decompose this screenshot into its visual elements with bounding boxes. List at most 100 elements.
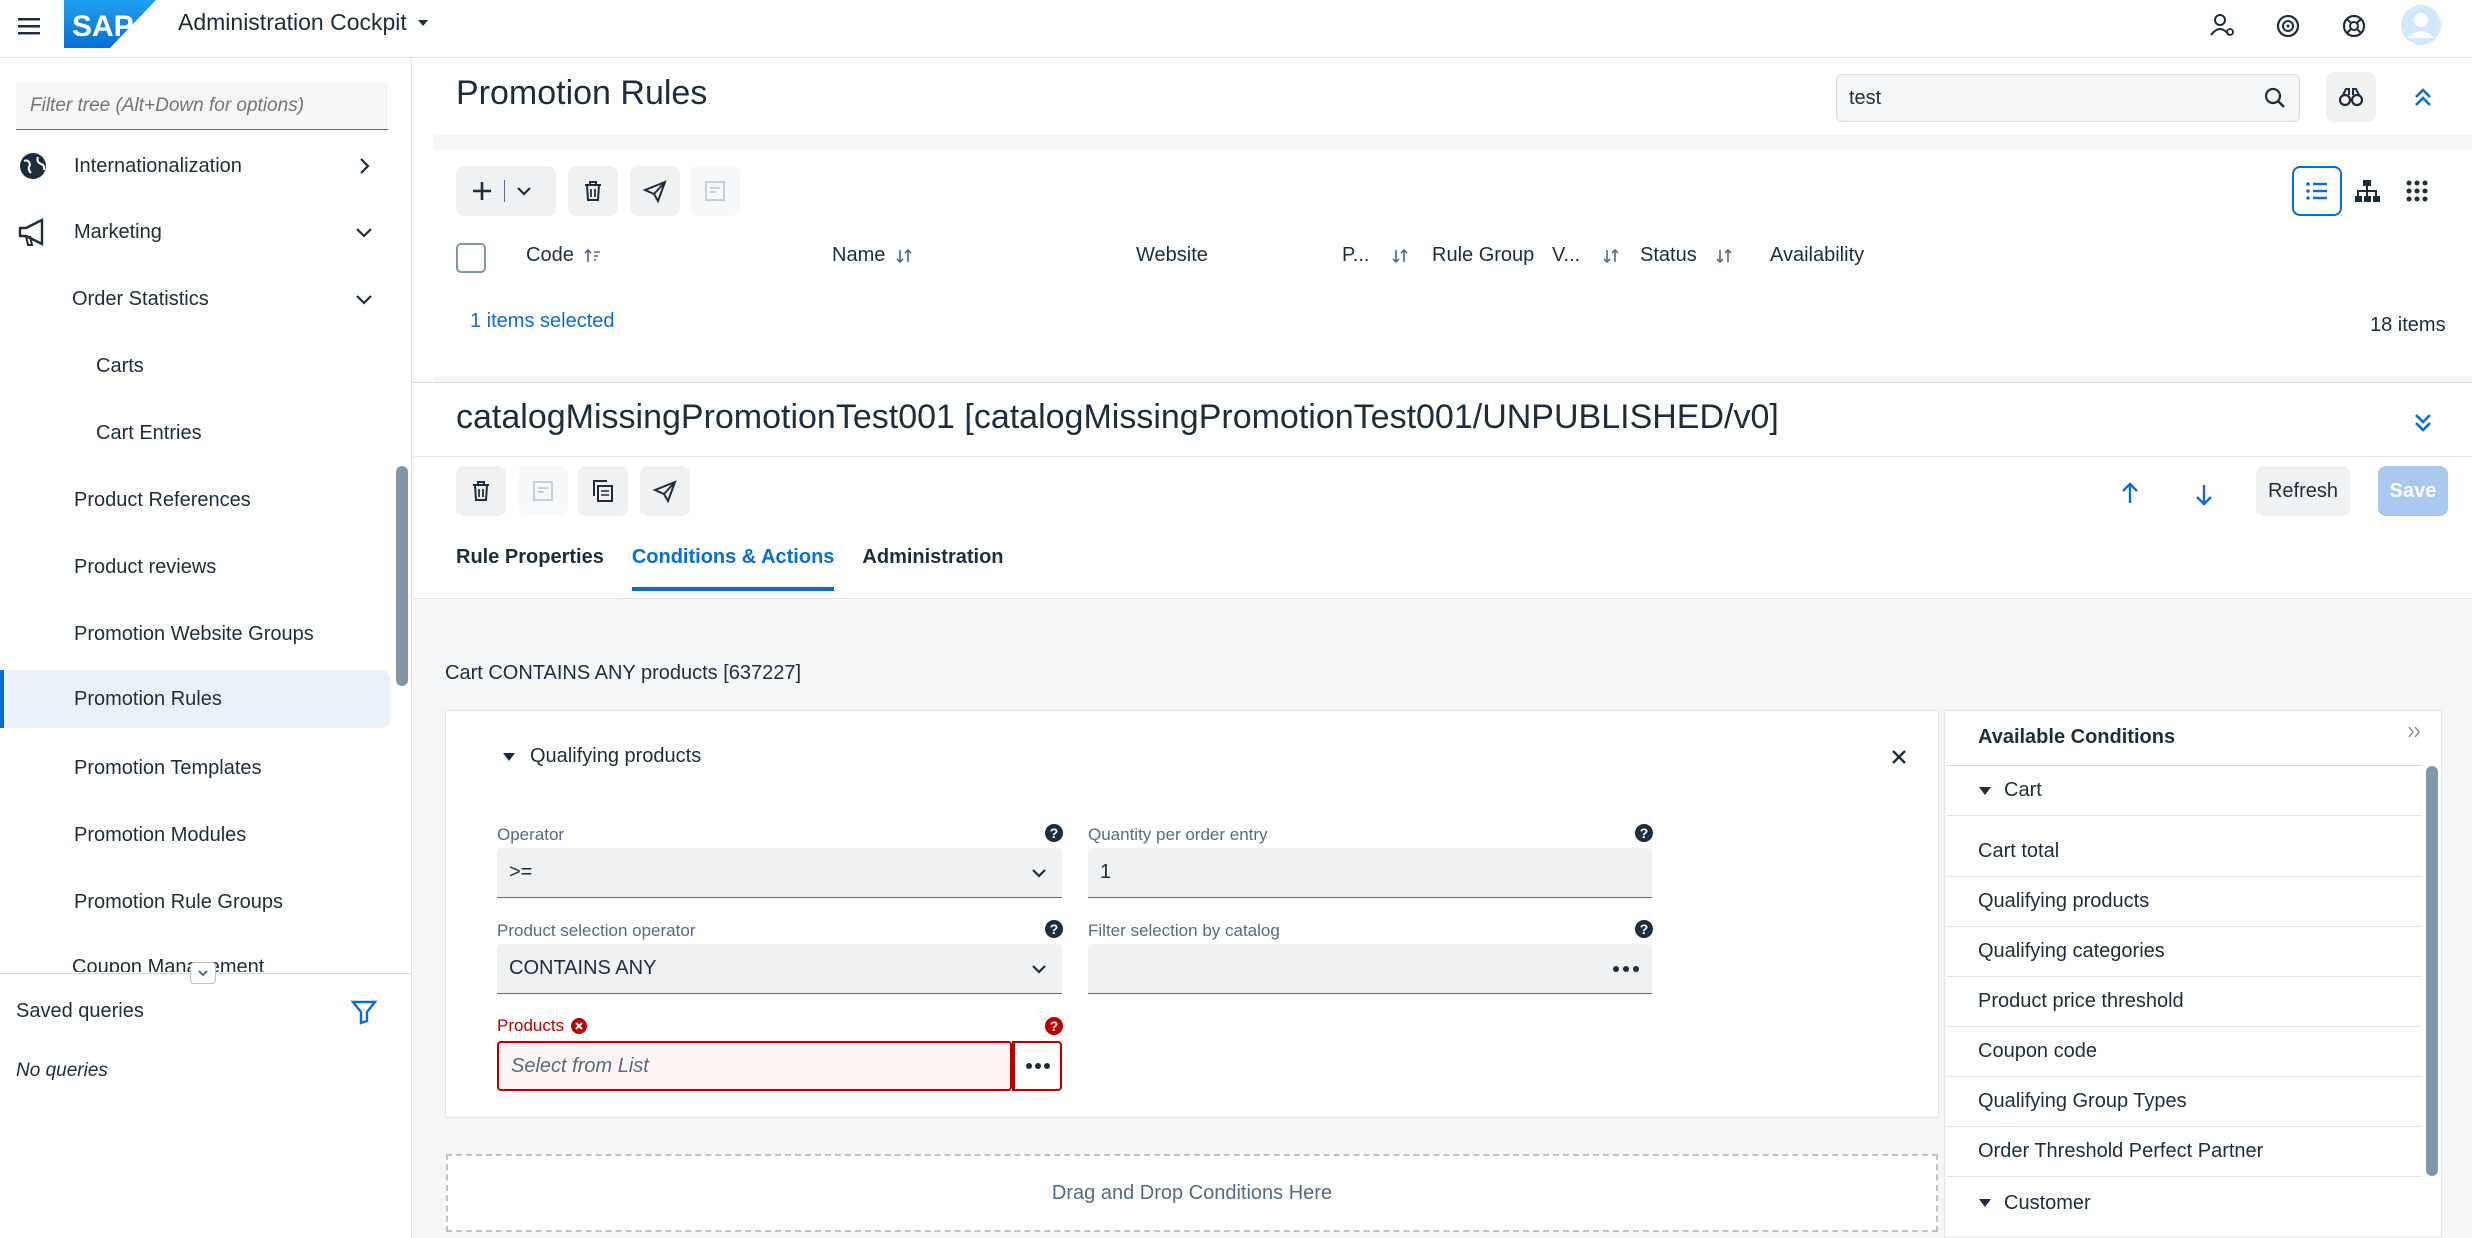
help-icon[interactable]: ? bbox=[1044, 1016, 1064, 1036]
column-header-version[interactable]: V... bbox=[1552, 244, 1620, 267]
column-header-rule-group[interactable]: Rule Group bbox=[1432, 244, 1534, 267]
delete-button[interactable] bbox=[568, 166, 618, 216]
sidebar-item-order-statistics[interactable]: Order Statistics bbox=[0, 270, 390, 328]
tab-conditions-actions[interactable]: Conditions & Actions bbox=[631, 546, 835, 591]
avatar[interactable] bbox=[2400, 4, 2442, 46]
products-input[interactable]: Select from List bbox=[497, 1041, 1012, 1091]
column-header-code[interactable]: Code bbox=[526, 244, 602, 267]
condition-item[interactable]: Coupon code bbox=[1946, 1027, 2422, 1077]
condition-item[interactable]: Qualifying products bbox=[1946, 877, 2422, 927]
sidebar-item-promotion-rules[interactable]: Promotion Rules bbox=[0, 670, 390, 728]
products-value-help-button[interactable] bbox=[1012, 1041, 1062, 1091]
detail-delete-button[interactable] bbox=[456, 466, 506, 516]
user-settings-icon[interactable] bbox=[2204, 8, 2240, 44]
help-icon[interactable]: ? bbox=[1634, 823, 1654, 843]
detail-tabs: Rule Properties Conditions & Actions Adm… bbox=[456, 546, 1004, 591]
grid-view-button[interactable] bbox=[2392, 166, 2442, 216]
column-header-priority[interactable]: P... bbox=[1342, 244, 1409, 267]
help-icon[interactable]: ? bbox=[1044, 823, 1064, 843]
caret-down-icon bbox=[1979, 786, 1991, 795]
sidebar-item-promotion-templates[interactable]: Promotion Templates bbox=[0, 739, 390, 797]
sidebar-item-label: Carts bbox=[96, 354, 144, 377]
column-header-availability[interactable]: Availability bbox=[1770, 244, 1864, 267]
collapse-tree-button[interactable] bbox=[190, 962, 216, 984]
condition-card-header[interactable]: Qualifying products bbox=[502, 745, 701, 768]
svg-text:?: ? bbox=[1050, 825, 1059, 841]
refresh-button[interactable]: Refresh bbox=[2256, 466, 2350, 516]
svg-text:?: ? bbox=[1050, 921, 1059, 937]
search-input[interactable] bbox=[1849, 75, 2249, 121]
help-icon[interactable]: ? bbox=[1634, 919, 1654, 939]
save-button[interactable]: Save bbox=[2378, 466, 2448, 516]
sidebar-item-promotion-modules[interactable]: Promotion Modules bbox=[0, 806, 390, 864]
items-selected-link[interactable]: 1 items selected bbox=[470, 310, 615, 333]
quantity-label: Quantity per order entry bbox=[1088, 825, 1268, 844]
advanced-search-button[interactable] bbox=[2326, 72, 2376, 122]
selection-operator-select[interactable]: CONTAINS ANY bbox=[497, 944, 1062, 994]
condition-group-cart[interactable]: Cart bbox=[1946, 766, 2422, 816]
condition-group-customer[interactable]: Customer bbox=[1946, 1178, 2422, 1228]
condition-item[interactable]: Cart total bbox=[1946, 827, 2422, 877]
detail-export-button[interactable] bbox=[518, 466, 568, 516]
tab-administration[interactable]: Administration bbox=[862, 546, 1003, 591]
help-support-icon[interactable] bbox=[2336, 8, 2372, 44]
select-all-checkbox[interactable] bbox=[456, 243, 486, 273]
sidebar-item-promotion-rule-groups[interactable]: Promotion Rule Groups bbox=[0, 873, 390, 931]
operator-select[interactable]: >= bbox=[497, 848, 1062, 898]
export-button[interactable] bbox=[690, 166, 740, 216]
column-header-website[interactable]: Website bbox=[1136, 244, 1208, 267]
duplicate-button[interactable] bbox=[578, 466, 628, 516]
sidebar-item-carts[interactable]: Carts bbox=[0, 337, 390, 395]
target-icon[interactable] bbox=[2270, 8, 2306, 44]
sap-logo: SAP bbox=[64, 0, 156, 48]
filter-tree-input[interactable] bbox=[16, 82, 388, 130]
export-icon bbox=[533, 481, 553, 501]
sidebar-item-marketing[interactable]: Marketing bbox=[0, 203, 390, 261]
search-icon[interactable] bbox=[2263, 86, 2287, 110]
sort-icon bbox=[1392, 248, 1409, 263]
svg-text:?: ? bbox=[1640, 825, 1649, 841]
available-conditions-scrollbar[interactable] bbox=[2426, 766, 2438, 1176]
more-icon[interactable] bbox=[1612, 964, 1640, 974]
chevron-down-icon bbox=[198, 970, 208, 977]
chevron-down-icon bbox=[517, 187, 531, 196]
condition-item[interactable]: Qualifying Group Types bbox=[1946, 1077, 2422, 1127]
column-header-status[interactable]: Status bbox=[1640, 244, 1733, 267]
svg-text:SAP: SAP bbox=[72, 10, 134, 43]
expand-down-icon[interactable] bbox=[2408, 408, 2438, 438]
app-title-dropdown[interactable]: Administration Cockpit bbox=[178, 9, 431, 36]
sort-ascending-icon bbox=[584, 248, 600, 262]
tree-view-button[interactable] bbox=[2342, 166, 2392, 216]
sidebar-item-product-reviews[interactable]: Product reviews bbox=[0, 538, 390, 596]
sidebar-item-internationalization[interactable]: Internationalization bbox=[0, 137, 390, 195]
sidebar-item-promotion-website-groups[interactable]: Promotion Website Groups bbox=[0, 605, 390, 663]
condition-item[interactable]: Qualifying categories bbox=[1946, 927, 2422, 977]
quantity-input[interactable]: 1 bbox=[1088, 848, 1652, 898]
condition-item[interactable]: Product price threshold bbox=[1946, 977, 2422, 1027]
condition-group-label: Cart bbox=[2004, 779, 2042, 801]
collapse-panel-icon[interactable] bbox=[2406, 724, 2422, 740]
grid-icon bbox=[2406, 180, 2428, 202]
detail-publish-button[interactable] bbox=[640, 466, 690, 516]
close-icon[interactable] bbox=[1884, 742, 1914, 772]
hamburger-menu-icon[interactable] bbox=[14, 10, 46, 42]
operator-value: >= bbox=[509, 861, 533, 883]
create-split-button[interactable] bbox=[456, 166, 556, 216]
help-icon[interactable]: ? bbox=[1044, 919, 1064, 939]
filter-catalog-input[interactable] bbox=[1088, 944, 1652, 994]
chevron-down-icon bbox=[1032, 964, 1046, 974]
sidebar-item-product-references[interactable]: Product References bbox=[0, 471, 390, 529]
collapse-up-icon[interactable] bbox=[2408, 82, 2438, 112]
previous-item-button[interactable] bbox=[2110, 474, 2150, 514]
next-item-button[interactable] bbox=[2184, 474, 2224, 514]
tab-rule-properties[interactable]: Rule Properties bbox=[456, 546, 604, 591]
caret-down-icon bbox=[503, 752, 515, 761]
condition-item[interactable]: Order Threshold Perfect Partner bbox=[1946, 1127, 2422, 1177]
sidebar-item-cart-entries[interactable]: Cart Entries bbox=[0, 404, 390, 462]
drop-zone[interactable]: Drag and Drop Conditions Here bbox=[446, 1154, 1938, 1232]
filter-icon[interactable] bbox=[350, 998, 378, 1026]
column-header-name[interactable]: Name bbox=[832, 244, 913, 267]
sidebar-scrollbar[interactable] bbox=[396, 466, 408, 686]
list-view-button[interactable] bbox=[2292, 166, 2342, 216]
publish-button[interactable] bbox=[630, 166, 680, 216]
